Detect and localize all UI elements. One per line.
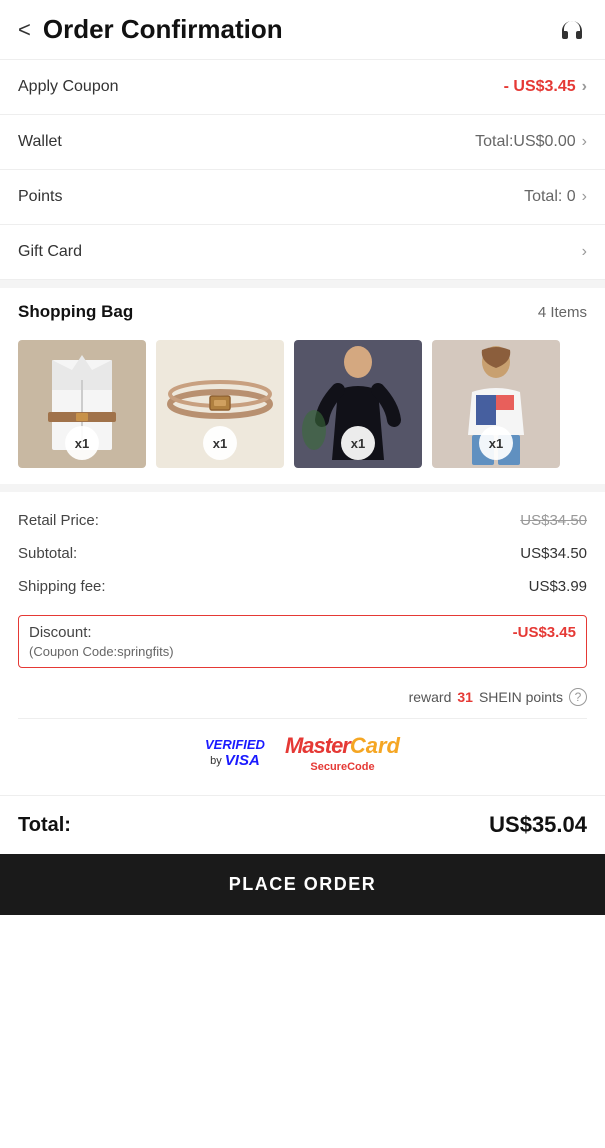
subtotal-value: US$34.50 <box>520 545 587 562</box>
giftcard-row[interactable]: Gift Card › <box>0 225 605 280</box>
product-thumb-3[interactable]: x1 <box>294 340 422 468</box>
items-count: 4 Items <box>538 304 587 321</box>
section-divider <box>0 280 605 288</box>
headphone-icon[interactable] <box>557 15 587 45</box>
header-left: < Order Confirmation <box>18 14 283 45</box>
mastercard-text2: Card <box>350 733 400 759</box>
shipping-value: US$3.99 <box>529 578 587 595</box>
discount-label-group: Discount: (Coupon Code:springfits) <box>29 624 174 659</box>
points-row[interactable]: Points Total: 0 › <box>0 170 605 225</box>
coupon-chevron: › <box>582 78 587 96</box>
payment-logos: VERIFIED by VISA MasterCard SecureCode <box>18 718 587 783</box>
page-title: Order Confirmation <box>43 14 283 45</box>
wallet-label: Wallet <box>18 133 62 151</box>
product-qty-4: x1 <box>479 426 513 460</box>
shopping-bag-title: Shopping Bag <box>18 302 133 322</box>
points-value-group: Total: 0 › <box>524 188 587 206</box>
mastercard-logo: MasterCard SecureCode <box>285 733 400 773</box>
securecode-text: SecureCode <box>310 761 374 773</box>
subtotal-row: Subtotal: US$34.50 <box>18 537 587 570</box>
mastercard-text: Master <box>285 733 350 759</box>
products-row: x1 x1 x1 <box>0 332 605 484</box>
giftcard-chevron: › <box>582 243 587 261</box>
product-qty-2: x1 <box>203 426 237 460</box>
info-icon[interactable]: ? <box>569 688 587 706</box>
back-button[interactable]: < <box>18 17 31 43</box>
shipping-row: Shipping fee: US$3.99 <box>18 570 587 603</box>
total-bar: Total: US$35.04 <box>0 795 605 854</box>
by-visa-text: by VISA <box>210 752 260 769</box>
retail-price-value: US$34.50 <box>520 512 587 529</box>
reward-text-pre: reward <box>409 689 452 705</box>
discount-label: Discount: <box>29 624 174 641</box>
wallet-chevron: › <box>582 133 587 151</box>
wallet-value: Total:US$0.00 <box>475 133 576 151</box>
points-chevron: › <box>582 188 587 206</box>
coupon-row[interactable]: Apply Coupon - US$3.45 › <box>0 60 605 115</box>
shopping-bag-header: Shopping Bag 4 Items <box>0 288 605 332</box>
subtotal-label: Subtotal: <box>18 545 77 562</box>
coupon-code-text: (Coupon Code:springfits) <box>29 644 174 659</box>
discount-value: -US$3.45 <box>513 624 576 641</box>
retail-price-label: Retail Price: <box>18 512 99 529</box>
total-label: Total: <box>18 814 71 837</box>
wallet-row[interactable]: Wallet Total:US$0.00 › <box>0 115 605 170</box>
discount-box: Discount: (Coupon Code:springfits) -US$3… <box>18 615 587 668</box>
visa-verified-logo: VERIFIED by VISA <box>205 737 265 769</box>
header: < Order Confirmation <box>0 0 605 60</box>
shipping-label: Shipping fee: <box>18 578 106 595</box>
coupon-value: - US$3.45 <box>504 78 576 96</box>
coupon-value-group: - US$3.45 › <box>504 78 587 96</box>
giftcard-label: Gift Card <box>18 243 82 261</box>
giftcard-chevron-group: › <box>582 243 587 261</box>
reward-text-post: SHEIN points <box>479 689 563 705</box>
reward-row: reward 31 SHEIN points ? <box>18 680 587 710</box>
product-thumb-2[interactable]: x1 <box>156 340 284 468</box>
product-thumb-1[interactable]: x1 <box>18 340 146 468</box>
total-amount: US$35.04 <box>489 812 587 838</box>
points-value: Total: 0 <box>524 188 576 206</box>
discount-row-inner: Discount: (Coupon Code:springfits) -US$3… <box>29 624 576 659</box>
discount-price-row: Discount: (Coupon Code:springfits) -US$3… <box>18 603 587 680</box>
points-label: Points <box>18 188 62 206</box>
product-qty-1: x1 <box>65 426 99 460</box>
product-thumb-4[interactable]: x1 <box>432 340 560 468</box>
coupon-label: Apply Coupon <box>18 78 119 96</box>
verified-text: VERIFIED <box>205 737 265 752</box>
price-section: Retail Price: US$34.50 Subtotal: US$34.5… <box>0 484 605 795</box>
reward-points-value: 31 <box>457 689 473 705</box>
place-order-button[interactable]: PLACE ORDER <box>0 854 605 915</box>
product-qty-3: x1 <box>341 426 375 460</box>
wallet-value-group: Total:US$0.00 › <box>475 133 587 151</box>
retail-price-row: Retail Price: US$34.50 <box>18 504 587 537</box>
